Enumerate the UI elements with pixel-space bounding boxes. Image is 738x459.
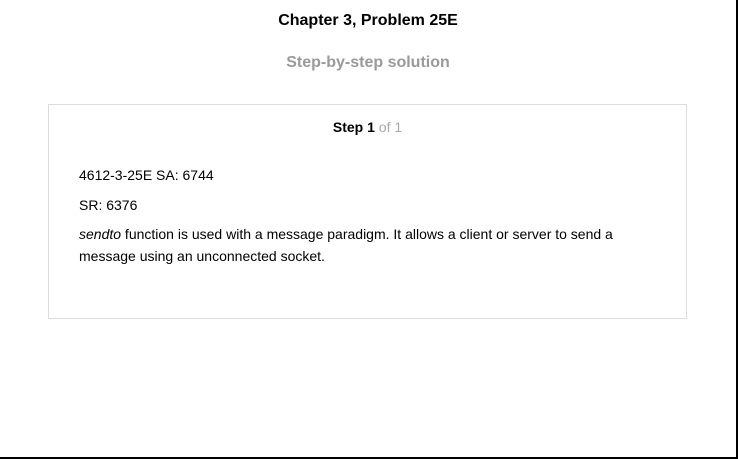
step-label: Step [332,119,364,135]
paragraph-text: function is used with a message paradigm… [79,226,613,264]
step-total: of 1 [378,119,403,135]
function-name: sendto [79,226,122,242]
solution-paragraph: sendto function is used with a message p… [79,223,639,267]
solution-line-id: 4612-3-25E SA: 6744 [79,167,214,183]
solution-card: Step 1 of 1 4612-3-25E SA: 6744 SR: 6376… [48,104,687,319]
step-header: Step 1 of 1 [49,119,686,135]
page-title: Chapter 3, Problem 25E [278,12,458,29]
solution-subtitle: Step-by-step solution [286,54,450,71]
page: Chapter 3, Problem 25E Step-by-step solu… [0,0,738,459]
step-number: 1 [367,119,375,135]
solution-line-sr: SR: 6376 [79,197,138,213]
